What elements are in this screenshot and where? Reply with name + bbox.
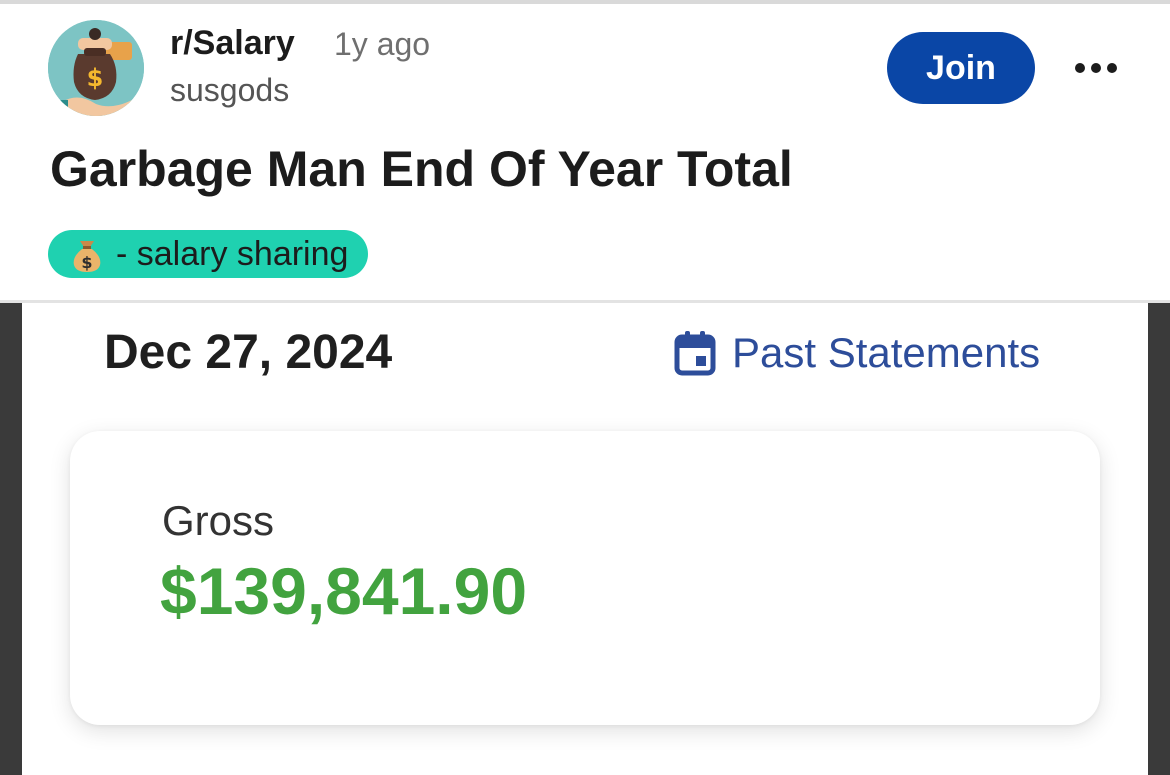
post-image[interactable]: Dec 27, 2024 Past Statements Gross $139,…: [0, 303, 1170, 775]
money-bag-hand-icon: $: [48, 20, 144, 116]
more-options-button[interactable]: [1072, 48, 1120, 88]
money-bag-icon: $: [73, 241, 101, 272]
more-dots-icon: [1075, 63, 1117, 73]
gross-amount: $139,841.90: [160, 554, 528, 628]
post-timestamp: 1y ago: [334, 26, 431, 62]
subreddit-avatar[interactable]: $: [48, 20, 144, 116]
statement-screen: Dec 27, 2024 Past Statements Gross $139,…: [22, 303, 1148, 775]
statement-date: Dec 27, 2024: [104, 326, 393, 379]
subreddit-name[interactable]: r/Salary: [170, 24, 295, 63]
reddit-post-page: $ r/Salary 1y ago susgods Join Garbage M…: [0, 0, 1170, 775]
svg-text:$: $: [87, 64, 104, 92]
svg-text:$: $: [81, 253, 92, 272]
past-statements-link[interactable]: Past Statements: [674, 329, 1040, 377]
past-statements-label: Past Statements: [732, 329, 1041, 376]
join-button[interactable]: Join: [887, 32, 1035, 104]
gross-label: Gross: [162, 497, 275, 544]
calendar-icon: [674, 331, 716, 376]
author-username[interactable]: susgods: [170, 72, 289, 109]
top-divider: [0, 0, 1170, 4]
gross-card: Gross $139,841.90: [70, 431, 1100, 725]
flair-label: - salary sharing: [116, 234, 349, 273]
post-title[interactable]: Garbage Man End Of Year Total: [50, 140, 793, 198]
post-flair[interactable]: $ - salary sharing: [48, 230, 369, 278]
